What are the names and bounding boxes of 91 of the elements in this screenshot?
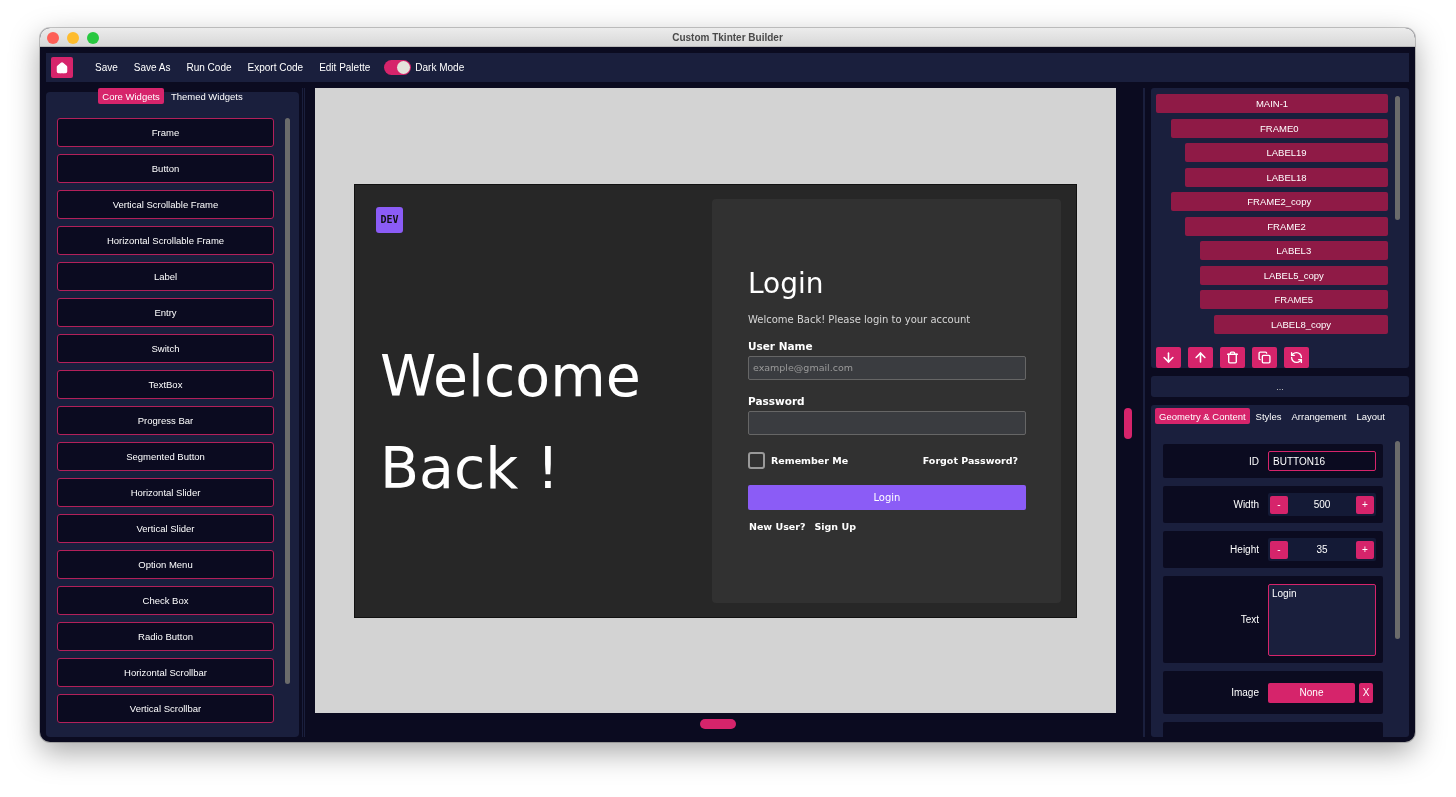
trash-icon (1226, 351, 1239, 364)
toolbar-button[interactable]: Edit Palette (311, 57, 379, 78)
close-window-icon[interactable] (47, 32, 59, 44)
input-field[interactable]: example@gmail.com (747, 355, 1026, 380)
toolbar-button[interactable]: Run Code (178, 57, 240, 78)
forgot-password-link[interactable]: Forgot Password? (922, 454, 1018, 466)
new-user-text: New User? (748, 520, 806, 532)
input-field[interactable] (747, 410, 1026, 435)
tree-item[interactable]: LABEL5_copy (1199, 265, 1388, 285)
increment-button[interactable]: + (1356, 540, 1374, 559)
widget-button[interactable]: Vertical Scrollbar (57, 694, 274, 723)
checkbox-label: Remember Me (770, 454, 849, 466)
number-stepper[interactable]: - 35 + (1268, 538, 1376, 561)
property-label: Text (1239, 614, 1259, 625)
dark-mode-switch[interactable] (384, 60, 412, 75)
home-button[interactable] (51, 57, 73, 78)
logo-badge: DEV (376, 206, 403, 233)
delete-button[interactable] (1220, 347, 1245, 368)
login-button[interactable]: Login (747, 484, 1026, 510)
scrollbar[interactable] (285, 118, 290, 684)
stepper-value: 500 (1313, 499, 1331, 510)
panel-tab[interactable]: Core Widgets (98, 88, 164, 104)
tree-item[interactable]: LABEL18 (1185, 167, 1388, 187)
properties-tab[interactable]: Arrangement (1287, 408, 1351, 424)
tree-item[interactable]: FRAME2_copy (1170, 192, 1388, 211)
scrollbar[interactable] (1395, 96, 1400, 220)
toolbar-button[interactable]: Save (87, 57, 126, 78)
sign-up-link[interactable]: Sign Up (814, 520, 856, 532)
widget-button[interactable]: Segmented Button (57, 442, 274, 471)
properties-tab[interactable]: Layout (1352, 408, 1389, 424)
switch-label: Dark Mode (415, 62, 465, 73)
tree-item[interactable]: MAIN-1 (1156, 94, 1388, 113)
tree-item[interactable]: LABEL8_copy (1214, 314, 1388, 334)
window-title: Custom Tkinter Builder (672, 31, 783, 43)
text-field[interactable]: Login (1268, 583, 1376, 656)
image-select-button[interactable]: None (1268, 682, 1355, 703)
tree-item[interactable]: FRAME2 (1185, 216, 1388, 236)
resize-handle[interactable] (700, 719, 736, 729)
clear-button[interactable]: X (1359, 682, 1373, 703)
widget-button[interactable]: TextBox (57, 370, 274, 399)
widget-button[interactable]: Horizontal Scrollbar (57, 658, 274, 687)
arrow-down-icon (1161, 350, 1176, 365)
copy-button[interactable] (1252, 347, 1277, 368)
widget-button[interactable]: Horizontal Slider (57, 478, 274, 507)
widget-button[interactable]: Label (57, 262, 274, 291)
tree-item[interactable]: LABEL19 (1185, 143, 1388, 162)
properties-tab[interactable]: Styles (1251, 408, 1286, 424)
splitter-bar[interactable]: ... (1151, 376, 1409, 397)
refresh-button[interactable] (1284, 347, 1309, 368)
property-label: Image (1230, 687, 1259, 698)
scrollbar[interactable] (1395, 441, 1400, 639)
resize-handle[interactable] (1124, 408, 1132, 439)
property-label: Width (1232, 499, 1259, 510)
widget-button[interactable]: Radio Button (57, 622, 274, 651)
number-stepper[interactable]: - 500 + (1268, 493, 1376, 516)
widget-button[interactable]: Entry (57, 298, 274, 327)
decrement-button[interactable]: - (1270, 495, 1288, 514)
home-icon (56, 61, 68, 74)
stepper-value: 35 (1316, 544, 1328, 555)
increment-button[interactable]: + (1356, 495, 1374, 514)
widget-button[interactable]: Frame (57, 118, 274, 147)
property-label: Height (1229, 544, 1259, 555)
widget-button[interactable]: Switch (57, 334, 274, 363)
properties-tab[interactable]: Geometry & Content (1155, 408, 1250, 424)
toolbar-button[interactable]: Save As (125, 57, 179, 78)
widget-button[interactable]: Progress Bar (57, 406, 274, 435)
splitter-dots: ... (1276, 381, 1284, 392)
panel-tab[interactable]: Themed Widgets (166, 88, 247, 104)
field-label: Password (747, 394, 806, 407)
tree-item[interactable]: LABEL3 (1199, 241, 1388, 260)
widget-button[interactable]: Option Menu (57, 550, 274, 579)
welcome-heading: Welcome Back ! (380, 341, 642, 503)
widget-button[interactable]: Horizontal Scrollable Frame (57, 226, 274, 255)
toolbar-button[interactable]: Export Code (239, 57, 312, 78)
copy-icon (1258, 351, 1271, 364)
decrement-button[interactable]: - (1270, 540, 1288, 559)
refresh-icon (1290, 351, 1303, 364)
field-label: User Name (747, 339, 814, 352)
remember-checkbox[interactable] (747, 451, 765, 469)
login-title: Login (747, 266, 825, 301)
id-field[interactable]: BUTTON16 (1268, 451, 1376, 471)
tree-item[interactable]: FRAME5 (1199, 290, 1388, 309)
move-down-button[interactable] (1156, 347, 1181, 368)
login-subtitle: Welcome Back! Please login to your account (747, 313, 972, 325)
tree-item[interactable]: FRAME0 (1170, 118, 1388, 138)
widget-button[interactable]: Button (57, 154, 274, 183)
move-up-button[interactable] (1188, 347, 1213, 368)
widget-button[interactable]: Vertical Slider (57, 514, 274, 543)
widget-button[interactable]: Vertical Scrollable Frame (57, 190, 274, 219)
widget-button[interactable]: Check Box (57, 586, 274, 615)
property-label: ID (1248, 455, 1259, 467)
